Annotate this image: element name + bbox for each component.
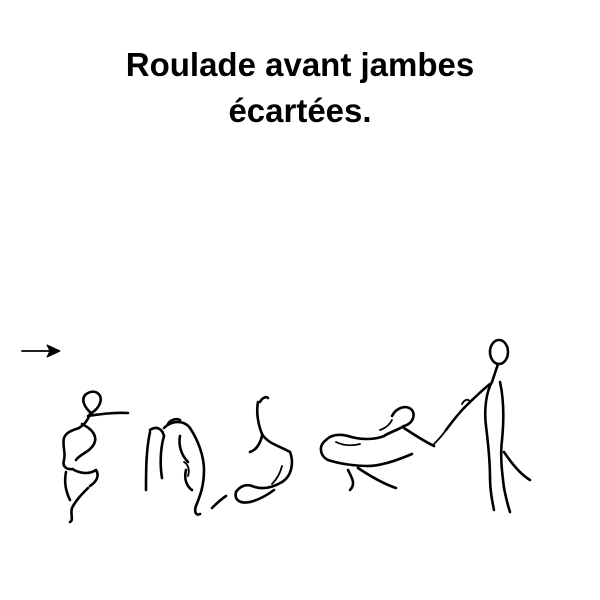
figure-hands-down <box>144 417 206 516</box>
figure-legs-apart <box>319 405 436 492</box>
figure-standing <box>433 338 532 514</box>
right-arrow-icon <box>21 344 61 358</box>
figure-rolling <box>210 395 294 510</box>
figure-crouch <box>62 390 130 524</box>
sequence-drawing <box>21 338 532 524</box>
